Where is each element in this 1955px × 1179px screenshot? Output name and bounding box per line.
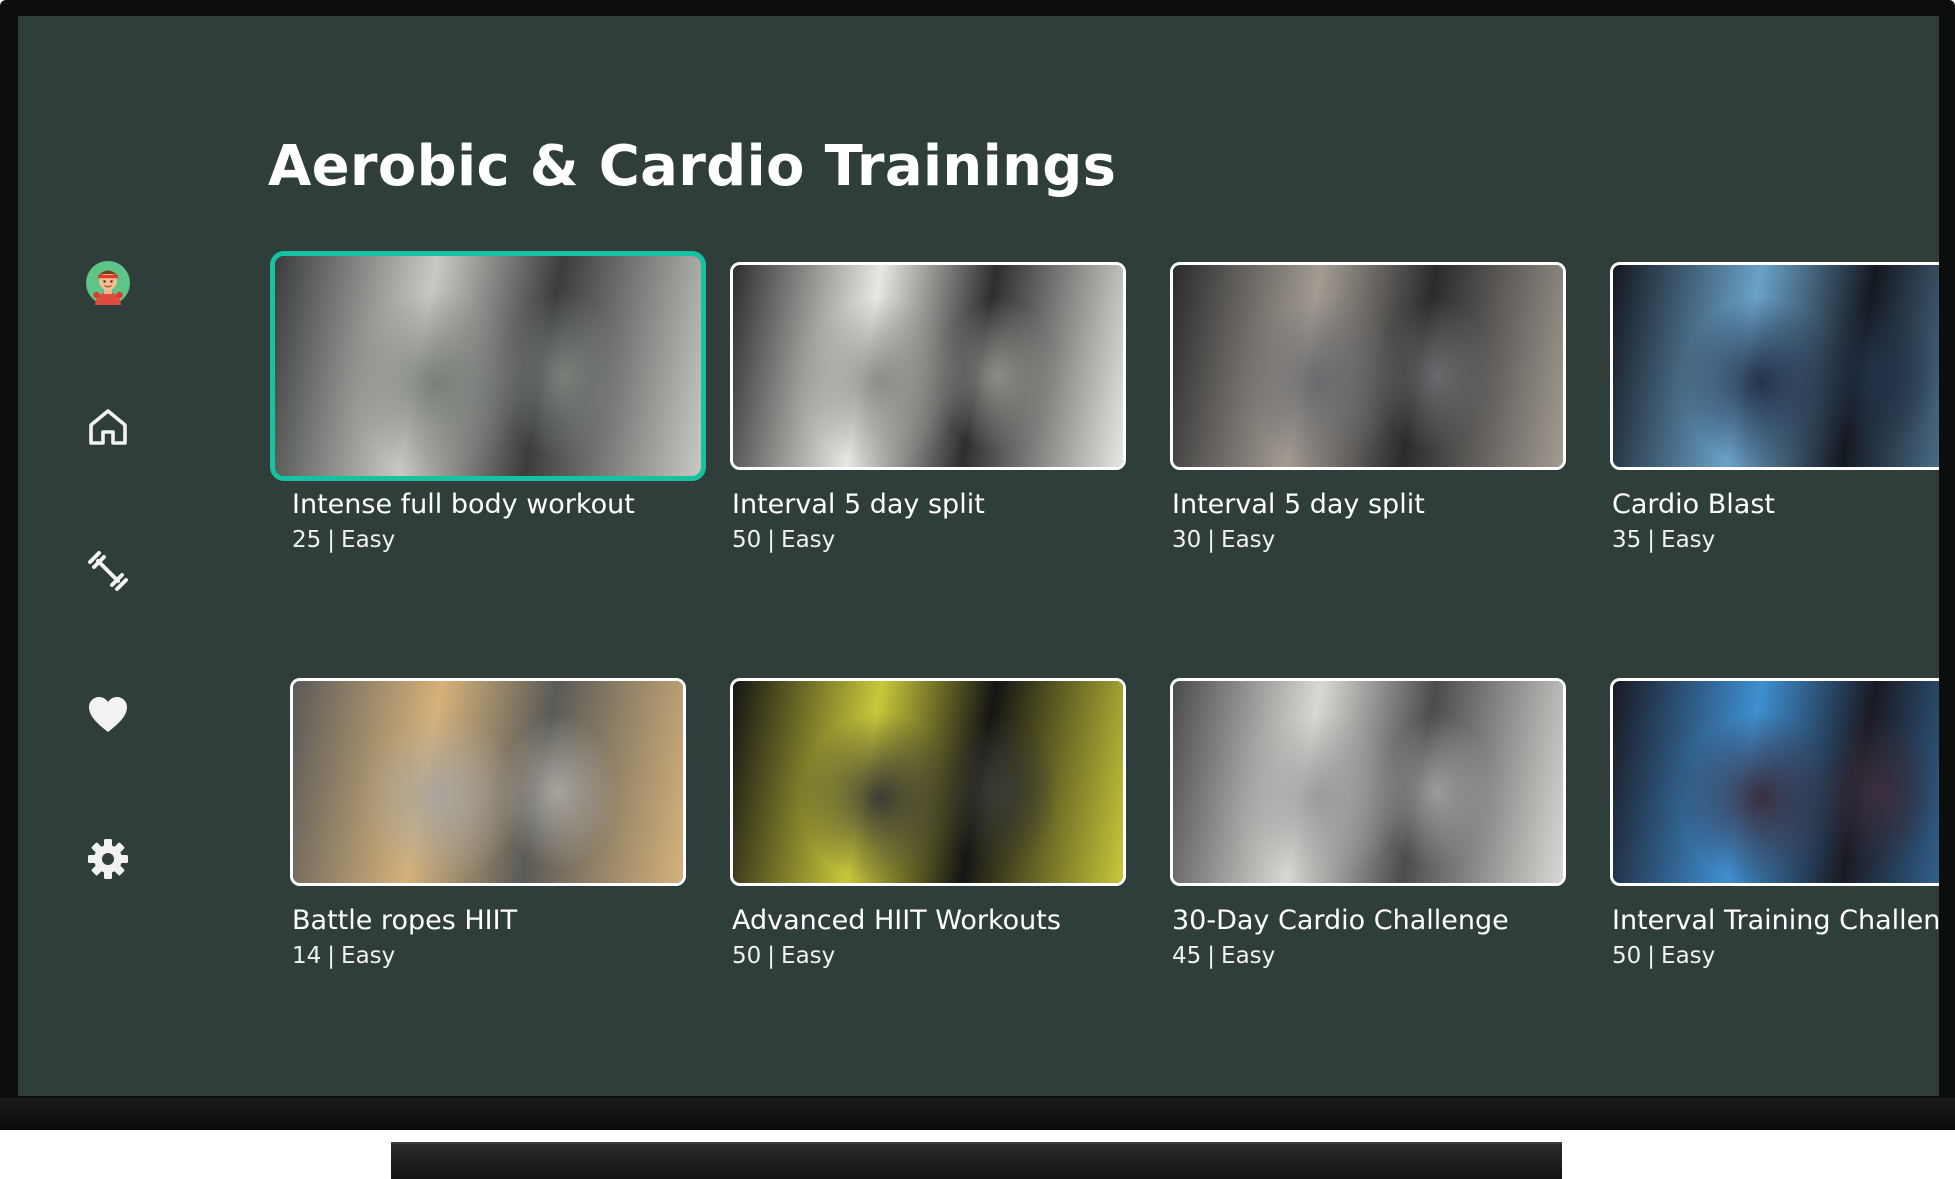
workout-title: Cardio Blast: [1612, 489, 1775, 520]
workout-subtitle: 50 | Easy: [1612, 939, 1939, 973]
workout-level: Easy: [1661, 527, 1716, 553]
workout-card[interactable]: Battle ropes HIIT 14 | Easy: [290, 678, 686, 1026]
workout-level: Easy: [1221, 527, 1276, 553]
workout-meta: Intense full body workout 25 | Easy: [290, 487, 686, 557]
workout-subtitle: 45 | Easy: [1172, 939, 1566, 973]
workout-thumbnail: [730, 678, 1126, 886]
workout-level: Easy: [1221, 943, 1276, 969]
dumbbell-icon: [88, 551, 128, 591]
workout-count: 30: [1172, 527, 1202, 553]
profile-avatar-button[interactable]: [66, 241, 150, 325]
separator: |: [1647, 527, 1656, 553]
page-title: Aerobic & Cardio Trainings: [268, 134, 1117, 199]
workout-subtitle: 25 | Easy: [292, 523, 686, 557]
home-icon: [89, 409, 127, 445]
workout-title: Advanced HIIT Workouts: [732, 905, 1061, 936]
workout-meta: Interval Training Challenge 50 | Easy: [1610, 903, 1939, 973]
workout-photo: [1613, 265, 1939, 467]
workout-subtitle: 30 | Easy: [1172, 523, 1566, 557]
workout-photo: [1173, 265, 1563, 467]
separator: |: [1207, 943, 1216, 969]
nav-workouts[interactable]: [66, 529, 150, 613]
workout-photo: [275, 256, 701, 476]
workout-photo: [1173, 681, 1563, 883]
workout-thumbnail: [1610, 262, 1939, 470]
workout-level: Easy: [781, 943, 836, 969]
workout-subtitle: 50 | Easy: [732, 939, 1126, 973]
workout-level: Easy: [341, 527, 396, 553]
workout-title: Interval 5 day split: [732, 489, 985, 520]
workout-meta: Interval 5 day split 30 | Easy: [1170, 487, 1566, 557]
workout-title: Battle ropes HIIT: [292, 905, 518, 936]
separator: |: [327, 527, 336, 553]
workout-level: Easy: [341, 943, 396, 969]
workout-count: 35: [1612, 527, 1642, 553]
workout-count: 25: [292, 527, 322, 553]
workout-meta: Cardio Blast 35 | Easy: [1610, 487, 1939, 557]
workout-meta: Battle ropes HIIT 14 | Easy: [290, 903, 686, 973]
tv-frame: Aerobic & Cardio Trainings Intense full …: [0, 0, 1955, 1130]
tv-stand: [391, 1142, 1562, 1179]
workout-count: 50: [1612, 943, 1642, 969]
separator: |: [767, 527, 776, 553]
workout-photo: [733, 265, 1123, 467]
workout-meta: Interval 5 day split 50 | Easy: [730, 487, 1126, 557]
workout-level: Easy: [781, 527, 836, 553]
workout-card[interactable]: Interval 5 day split 30 | Easy: [1170, 262, 1566, 610]
workout-thumbnail: [730, 262, 1126, 470]
workout-title: Intense full body workout: [292, 489, 635, 520]
nav-settings[interactable]: [66, 817, 150, 901]
nav-favorites[interactable]: [66, 673, 150, 757]
workout-title: 30-Day Cardio Challenge: [1172, 905, 1509, 936]
separator: |: [327, 943, 336, 969]
workout-photo: [1613, 681, 1939, 883]
workout-thumbnail: [1170, 678, 1566, 886]
workout-card[interactable]: Intense full body workout 25 | Easy: [270, 251, 706, 610]
workout-card[interactable]: Interval Training Challenge 50 | Easy: [1610, 678, 1939, 1026]
workout-thumbnail: [270, 251, 706, 481]
workout-meta: 30-Day Cardio Challenge 45 | Easy: [1170, 903, 1566, 973]
separator: |: [1207, 527, 1216, 553]
workout-card[interactable]: Advanced HIIT Workouts 50 | Easy: [730, 678, 1126, 1026]
workout-thumbnail: [1170, 262, 1566, 470]
nav-home[interactable]: [66, 385, 150, 469]
workout-photo: [733, 681, 1123, 883]
separator: |: [767, 943, 776, 969]
workout-card[interactable]: Cardio Blast 35 | Easy: [1610, 262, 1939, 610]
tv-bezel-bottom: [0, 1098, 1955, 1130]
avatar-icon: [86, 261, 130, 305]
gear-icon: [88, 839, 128, 879]
workout-subtitle: 50 | Easy: [732, 523, 1126, 557]
heart-icon: [89, 697, 127, 732]
workout-card[interactable]: 30-Day Cardio Challenge 45 | Easy: [1170, 678, 1566, 1026]
workout-count: 50: [732, 943, 762, 969]
workout-title: Interval 5 day split: [1172, 489, 1425, 520]
tv-screen: Aerobic & Cardio Trainings Intense full …: [18, 16, 1939, 1096]
workout-subtitle: 14 | Easy: [292, 939, 686, 973]
workout-photo: [293, 681, 683, 883]
workout-title: Interval Training Challenge: [1612, 905, 1939, 936]
workout-level: Easy: [1661, 943, 1716, 969]
workout-card[interactable]: Interval 5 day split 50 | Easy: [730, 262, 1126, 610]
workout-subtitle: 35 | Easy: [1612, 523, 1939, 557]
workout-count: 50: [732, 527, 762, 553]
separator: |: [1647, 943, 1656, 969]
workout-thumbnail: [290, 678, 686, 886]
workout-thumbnail: [1610, 678, 1939, 886]
workout-count: 14: [292, 943, 322, 969]
workout-count: 45: [1172, 943, 1202, 969]
workout-grid: Intense full body workout 25 | Easy Interv…: [270, 251, 1939, 1026]
workout-meta: Advanced HIIT Workouts 50 | Easy: [730, 903, 1126, 973]
